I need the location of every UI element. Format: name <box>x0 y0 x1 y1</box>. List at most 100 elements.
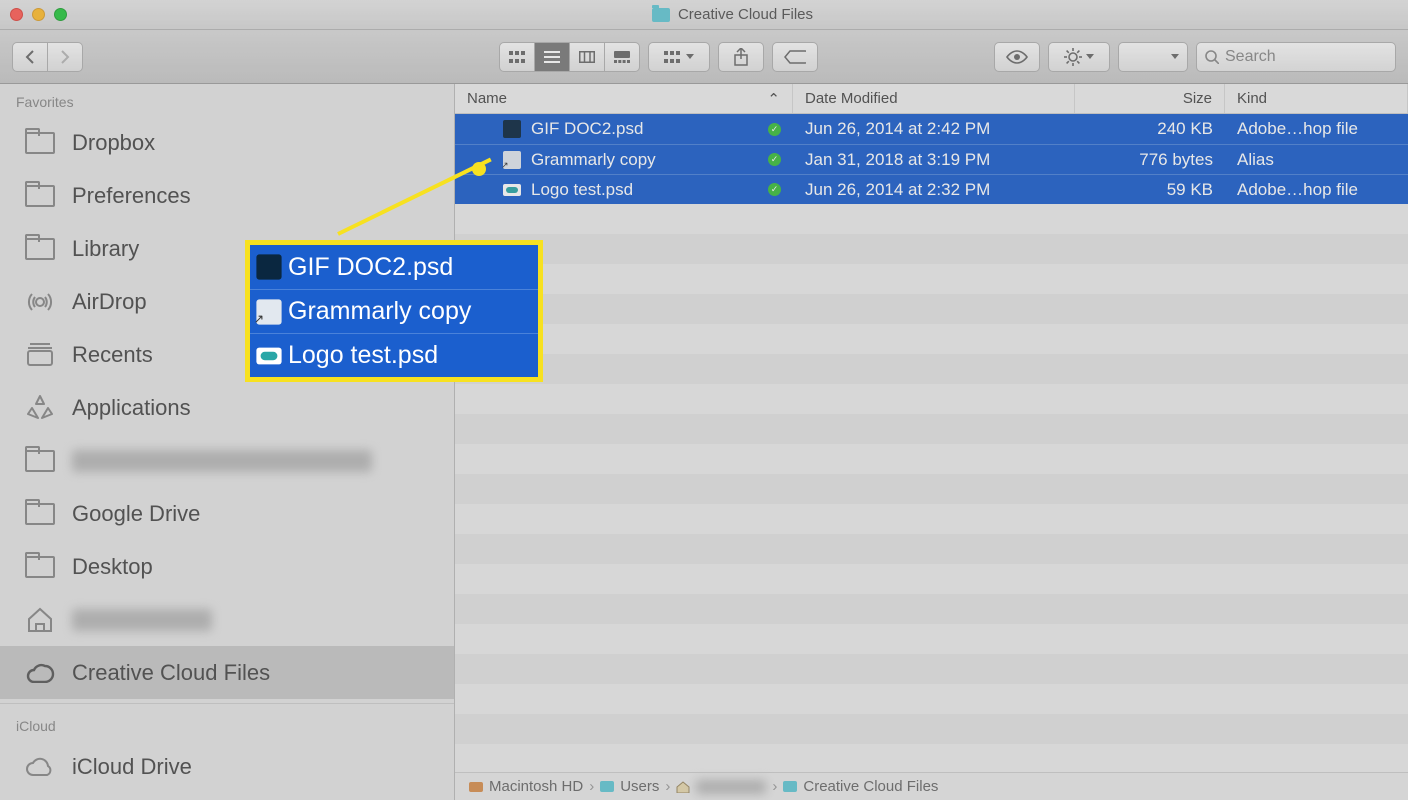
quicklook-button[interactable] <box>994 42 1040 72</box>
sync-status-icon: ✓ <box>768 153 781 166</box>
window-title-text: Creative Cloud Files <box>678 6 813 23</box>
empty-row <box>455 534 1408 564</box>
folder-icon <box>600 781 614 792</box>
close-window-button[interactable] <box>10 8 23 21</box>
sidebar-section-favorites: Favorites <box>0 84 454 116</box>
sidebar-divider <box>0 703 454 704</box>
nav-buttons <box>12 42 83 72</box>
sync-status-icon: ✓ <box>768 123 781 136</box>
annotation-callout: GIF DOC2.psd Grammarly copy Logo test.ps… <box>245 240 543 382</box>
chevron-down-icon <box>1086 54 1094 60</box>
recents-icon <box>24 342 56 368</box>
file-row[interactable]: Grammarly copy✓ Jan 31, 2018 at 3:19 PM … <box>455 144 1408 174</box>
sidebar-item-preferences[interactable]: Preferences <box>0 169 454 222</box>
search-placeholder: Search <box>1225 48 1276 66</box>
empty-row <box>455 294 1408 324</box>
sync-status-icon: ✓ <box>768 183 781 196</box>
column-header-kind[interactable]: Kind <box>1225 84 1408 113</box>
sidebar: Favorites Dropbox Preferences Library Ai… <box>0 84 455 800</box>
sidebar-item-google-drive[interactable]: Google Drive <box>0 487 454 540</box>
folder-cc-icon <box>652 8 670 22</box>
folder-icon <box>783 781 797 792</box>
empty-row <box>455 654 1408 684</box>
column-header-size[interactable]: Size <box>1075 84 1225 113</box>
list-view-button[interactable] <box>534 42 570 72</box>
gallery-view-button[interactable] <box>604 42 640 72</box>
creative-cloud-icon <box>24 660 56 686</box>
alias-file-icon <box>503 151 521 169</box>
empty-row <box>455 594 1408 624</box>
column-header-name[interactable]: Name⌃ <box>455 84 793 113</box>
psd-file-icon <box>256 254 281 279</box>
file-row[interactable]: GIF DOC2.psd✓ Jun 26, 2014 at 2:42 PM 24… <box>455 114 1408 144</box>
minimize-window-button[interactable] <box>32 8 45 21</box>
airdrop-icon <box>24 289 56 315</box>
sidebar-item-creative-cloud[interactable]: Creative Cloud Files <box>0 646 454 699</box>
search-field[interactable]: Search <box>1196 42 1396 72</box>
history-dropdown[interactable] <box>1118 42 1188 72</box>
forward-button[interactable] <box>47 42 83 72</box>
icon-view-button[interactable] <box>499 42 535 72</box>
empty-row <box>455 414 1408 444</box>
path-separator-icon: › <box>772 778 777 795</box>
sidebar-item-applications[interactable]: Applications <box>0 381 454 434</box>
path-crumb[interactable]: Users <box>600 778 659 795</box>
tags-button[interactable] <box>772 42 818 72</box>
column-view-button[interactable] <box>569 42 605 72</box>
chevron-down-icon <box>1171 54 1179 60</box>
psd-file-icon <box>503 120 521 138</box>
applications-icon <box>24 395 56 421</box>
sort-ascending-icon: ⌃ <box>767 90 780 108</box>
alias-file-icon <box>256 299 281 324</box>
psd-file-icon <box>503 184 521 196</box>
action-button[interactable] <box>1048 42 1110 72</box>
annotation-dot <box>472 162 486 176</box>
empty-row <box>455 384 1408 414</box>
column-header-date[interactable]: Date Modified <box>793 84 1075 113</box>
empty-row <box>455 324 1408 354</box>
empty-row <box>455 504 1408 534</box>
zoom-window-button[interactable] <box>54 8 67 21</box>
psd-file-icon <box>256 347 281 364</box>
window-title: Creative Cloud Files <box>67 6 1398 23</box>
titlebar: Creative Cloud Files <box>0 0 1408 30</box>
disk-icon <box>469 782 483 792</box>
folder-icon <box>24 236 56 262</box>
gear-icon <box>1064 48 1082 66</box>
path-crumb[interactable] <box>676 780 766 794</box>
sidebar-item-redacted-1[interactable] <box>0 434 454 487</box>
empty-row <box>455 354 1408 384</box>
group-by-button[interactable] <box>648 42 710 72</box>
callout-row: GIF DOC2.psd <box>250 245 538 289</box>
sidebar-item-icloud-drive[interactable]: iCloud Drive <box>0 740 454 793</box>
window-controls <box>10 8 67 21</box>
chevron-down-icon <box>686 54 694 60</box>
home-icon <box>24 607 56 633</box>
file-rows: GIF DOC2.psd✓ Jun 26, 2014 at 2:42 PM 24… <box>455 114 1408 772</box>
path-crumb[interactable]: Creative Cloud Files <box>783 778 938 795</box>
empty-row <box>455 624 1408 654</box>
empty-row <box>455 234 1408 264</box>
file-list-panel: Name⌃ Date Modified Size Kind GIF DOC2.p… <box>455 84 1408 800</box>
path-separator-icon: › <box>665 778 670 795</box>
sidebar-item-home[interactable] <box>0 593 454 646</box>
sidebar-item-dropbox[interactable]: Dropbox <box>0 116 454 169</box>
sidebar-item-desktop[interactable]: Desktop <box>0 540 454 593</box>
folder-icon <box>24 130 56 156</box>
file-row[interactable]: Logo test.psd✓ Jun 26, 2014 at 2:32 PM 5… <box>455 174 1408 204</box>
path-crumb[interactable]: Macintosh HD <box>469 778 583 795</box>
empty-row <box>455 474 1408 504</box>
view-mode-buttons <box>499 42 640 72</box>
folder-icon <box>24 448 56 474</box>
empty-row <box>455 264 1408 294</box>
cloud-icon <box>24 754 56 780</box>
column-headers: Name⌃ Date Modified Size Kind <box>455 84 1408 114</box>
empty-row <box>455 204 1408 234</box>
empty-row <box>455 564 1408 594</box>
path-separator-icon: › <box>589 778 594 795</box>
share-button[interactable] <box>718 42 764 72</box>
back-button[interactable] <box>12 42 48 72</box>
empty-row <box>455 444 1408 474</box>
home-icon <box>676 781 690 793</box>
toolbar: Search <box>0 30 1408 84</box>
